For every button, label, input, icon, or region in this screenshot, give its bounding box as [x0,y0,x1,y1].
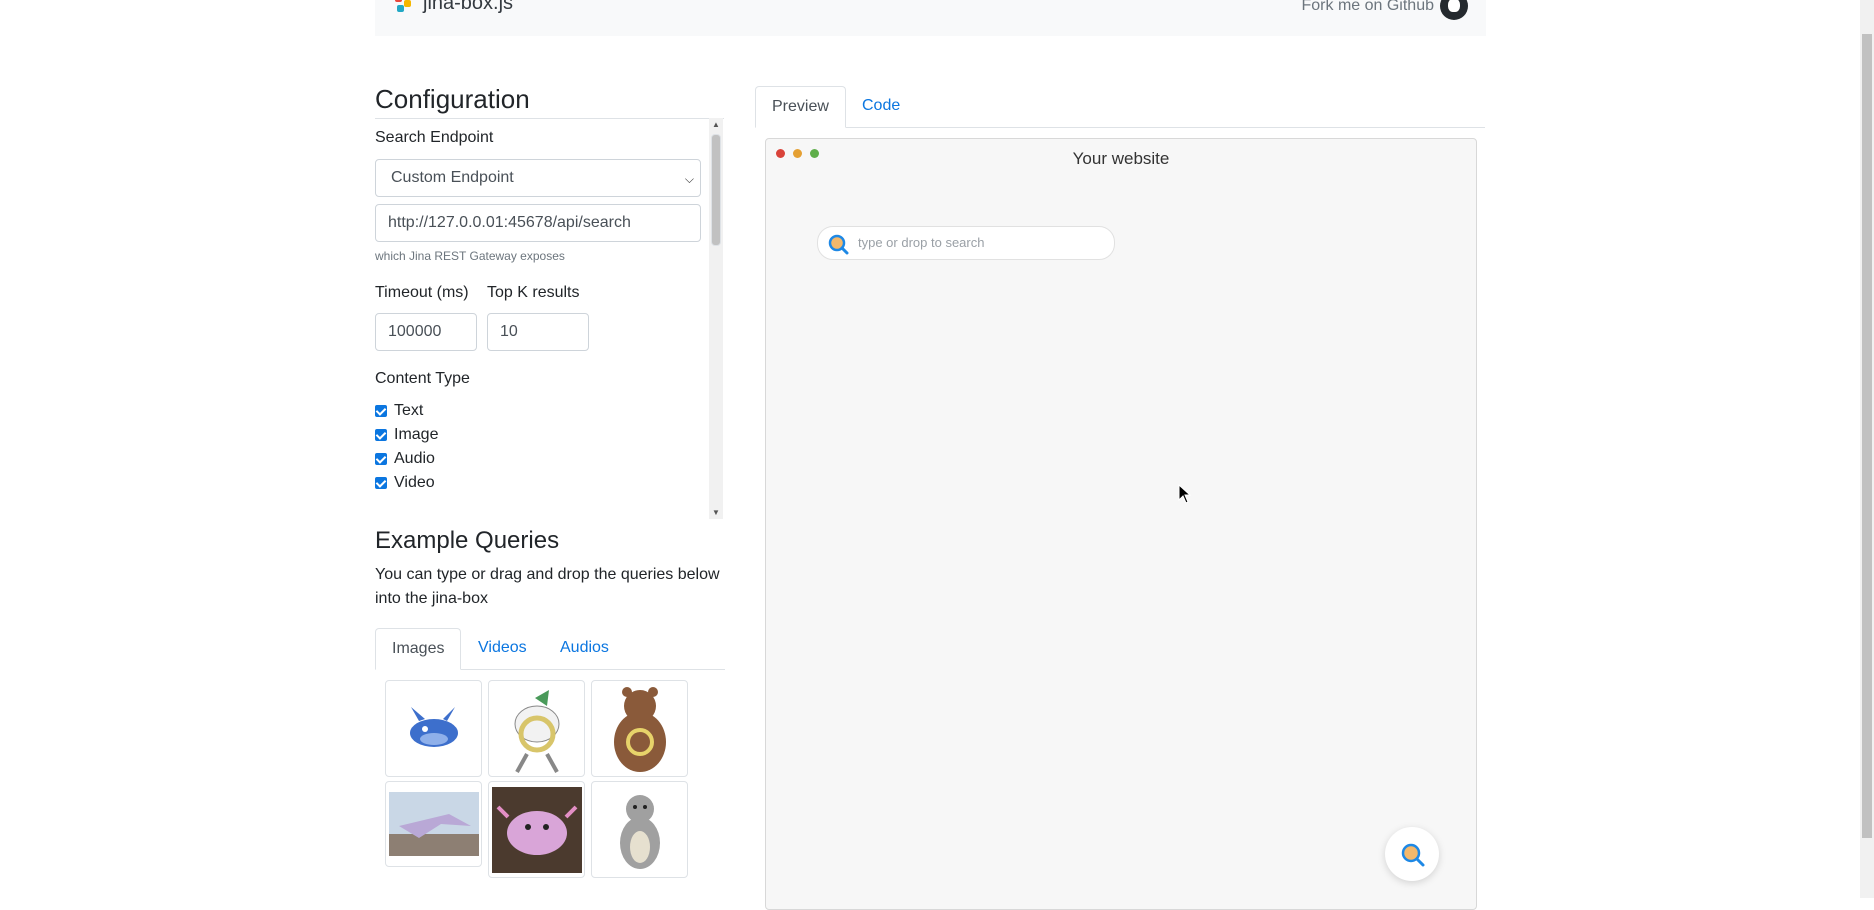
tab-images[interactable]: Images [375,628,462,670]
search-placeholder: type or drop to search [858,235,985,250]
checkbox-label: Video [394,474,435,491]
endpoint-select[interactable]: Custom Endpoint ⌵ [375,159,701,197]
example-thumbnail[interactable] [591,680,688,777]
example-thumbnail[interactable] [591,781,688,878]
grey-dog-pokemon-icon [619,794,660,869]
topk-value: 10 [500,323,518,340]
checkbox-label: Text [394,402,424,419]
example-thumbnail[interactable] [488,680,585,777]
scroll-up-icon[interactable]: ▲ [712,120,720,129]
config-scrollbar[interactable]: ▲ ▼ [709,118,723,519]
timeout-value: 100000 [388,323,442,340]
preview-site-title: Your website [1072,149,1170,168]
endpoint-select-value: Custom Endpoint [391,169,514,186]
endpoint-url-value: http://127.0.0.01:45678/api/search [388,214,631,231]
page-scrollbar[interactable] [1860,0,1874,898]
tab-preview[interactable]: Preview [755,86,846,128]
tab-audios[interactable]: Audios [544,628,625,668]
checkbox-label: Audio [394,450,435,467]
chevron-down-icon: ⌵ [684,172,694,186]
scroll-down-icon[interactable]: ▼ [712,508,720,517]
purple-bird-photo-icon [388,792,479,856]
checkbox-checked-icon[interactable] [375,453,387,465]
search-endpoint-label: Search Endpoint [375,129,494,146]
endpoint-url-input[interactable]: http://127.0.0.01:45678/api/search [375,204,701,242]
checkbox-checked-icon[interactable] [375,477,387,489]
content-type-label: Content Type [375,370,470,387]
brown-bear-pokemon-icon [613,686,666,772]
config-scroll-thumb[interactable] [711,134,721,246]
tab-videos[interactable]: Videos [462,628,543,668]
preview-window: Your website type or drop to search [765,138,1477,910]
page-scroll-thumb[interactable] [1862,34,1872,838]
jina-logo-icon [395,0,413,13]
brand-label: jina-box.js [423,0,514,14]
mouse-cursor-icon [1178,484,1192,504]
search-icon [1401,843,1425,867]
preview-tabs: Preview Code [755,86,1485,128]
examples-description: You can type or drag and drop the querie… [375,566,720,607]
checkbox-text[interactable]: Text [375,402,423,420]
timeout-label: Timeout (ms) [375,284,469,301]
example-thumbnail[interactable] [488,781,585,878]
topk-input[interactable]: 10 [487,313,589,351]
example-thumbnail[interactable] [385,680,482,777]
pink-axolotl-photo-icon [491,786,582,873]
tab-code[interactable]: Code [846,86,916,126]
fork-label: Fork me on Github [1301,0,1435,14]
example-thumbnail[interactable] [385,781,482,867]
config-title: Configuration [375,84,530,114]
checkbox-audio[interactable]: Audio [375,450,435,468]
jina-box-search-input[interactable]: type or drop to search [817,226,1115,260]
endpoint-help-text: which Jina REST Gateway exposes [375,249,565,263]
checkbox-label: Image [394,426,439,443]
topk-label: Top K results [487,284,580,301]
navbar: jina-box.js Fork me on Github [375,0,1486,36]
floating-search-button[interactable] [1385,827,1439,881]
search-icon [828,234,849,255]
examples-title: Example Queries [375,527,560,554]
brand[interactable]: jina-box.js [395,0,513,15]
white-gold-pokemon-icon [514,689,559,773]
checkbox-image[interactable]: Image [375,426,438,444]
checkbox-checked-icon[interactable] [375,405,387,417]
fork-link[interactable]: Fork me on Github [1301,0,1468,20]
checkbox-checked-icon[interactable] [375,429,387,441]
examples-tabs: Images Videos Audios [375,628,725,670]
github-icon [1440,0,1468,20]
checkbox-video[interactable]: Video [375,474,435,492]
timeout-input[interactable]: 100000 [375,313,477,351]
blue-fish-pokemon-icon [409,706,458,747]
